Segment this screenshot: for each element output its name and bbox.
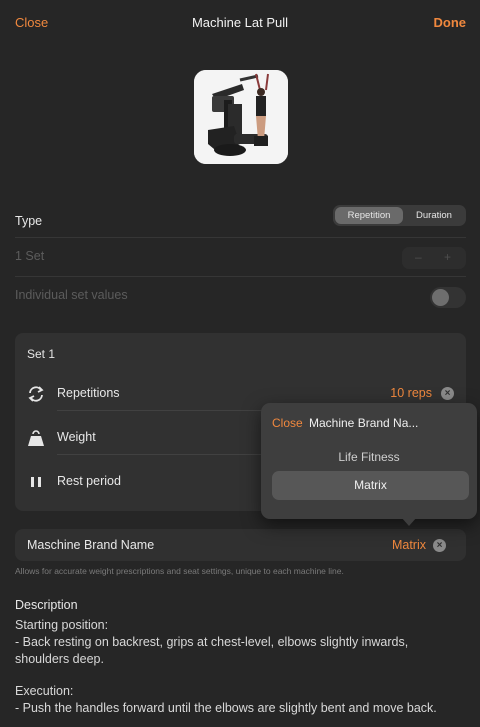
type-label: Type [15, 214, 43, 228]
starting-position-title: Starting position: [15, 618, 109, 632]
individual-values-toggle[interactable] [430, 287, 466, 308]
stepper-minus-button[interactable]: – [415, 250, 422, 264]
type-row: Type Repetition Duration [15, 203, 466, 241]
type-segmented-control: Repetition Duration [333, 205, 466, 226]
top-bar: Close Machine Lat Pull Done [0, 0, 480, 44]
popover-arrow [401, 517, 417, 526]
sets-row: 1 Set – + [15, 238, 466, 276]
clear-repetitions-icon[interactable]: × [441, 387, 454, 400]
description-heading: Description [15, 598, 78, 612]
clear-brand-icon[interactable]: × [433, 539, 446, 552]
exercise-image[interactable] [194, 70, 288, 164]
brand-hint: Allows for accurate weight prescriptions… [15, 566, 344, 576]
popover-title: Machine Brand Na... [309, 416, 419, 430]
brand-option-matrix[interactable]: Matrix [272, 471, 469, 500]
weight-label: Weight [57, 430, 96, 444]
repeat-icon [28, 386, 44, 402]
machine-brand-value: Matrix [391, 538, 426, 552]
weight-icon [28, 430, 44, 446]
rest-period-label: Rest period [57, 474, 121, 488]
page-title: Machine Lat Pull [191, 15, 289, 30]
segment-duration[interactable]: Duration [403, 207, 465, 224]
stepper-plus-button[interactable]: + [444, 250, 451, 264]
brand-picker-popover: Close Machine Brand Na... Life Fitness M… [261, 403, 477, 526]
execution-text: - Push the handles forward until the elb… [15, 701, 437, 715]
sets-label: 1 Set [15, 249, 45, 263]
execution-title: Execution: [15, 684, 74, 698]
sets-stepper: – + [402, 247, 466, 269]
individual-values-label: Individual set values [15, 288, 128, 302]
repetitions-label: Repetitions [57, 386, 120, 400]
lat-pull-machine-photo [194, 70, 288, 164]
popover-close-button[interactable]: Close [272, 416, 303, 430]
set-title: Set 1 [27, 347, 56, 361]
starting-position-text: - Back resting on backrest, grips at che… [15, 635, 409, 666]
machine-brand-label: Maschine Brand Name [27, 538, 155, 552]
segment-repetition[interactable]: Repetition [335, 207, 403, 224]
repetitions-value: 10 reps [390, 386, 432, 400]
pause-icon [31, 477, 41, 487]
brand-option-life-fitness[interactable]: Life Fitness [261, 450, 477, 464]
machine-brand-row[interactable]: Maschine Brand Name Matrix × [15, 529, 466, 561]
done-button[interactable]: Done [434, 15, 467, 30]
individual-values-row: Individual set values [15, 277, 466, 315]
toggle-knob [432, 289, 449, 306]
